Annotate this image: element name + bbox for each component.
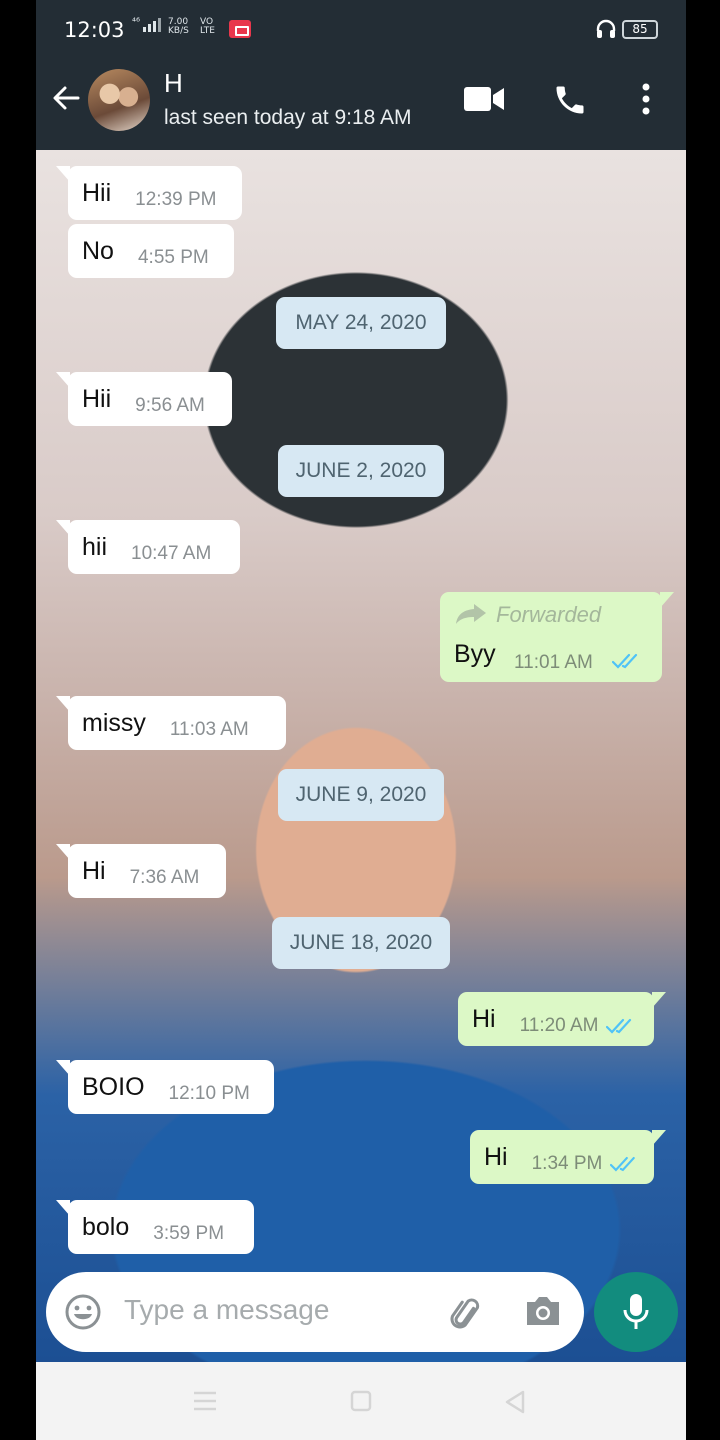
bubble-tail [56, 1200, 70, 1216]
mic-button[interactable] [594, 1272, 678, 1352]
message-incoming[interactable]: BOIO 12:10 PM [56, 1060, 274, 1114]
double-tick-icon [606, 1018, 632, 1034]
bubble-tail [56, 696, 70, 712]
message-text: BOIO [82, 1072, 145, 1101]
message-outgoing-forwarded[interactable]: Forwarded Byy 11:01 AM [440, 592, 674, 682]
mic-icon [623, 1294, 649, 1329]
forwarded-label: Forwarded [496, 602, 602, 627]
last-seen[interactable]: last seen today at 9:18 AM [164, 106, 412, 130]
avatar[interactable] [88, 69, 150, 131]
double-tick-icon [612, 653, 638, 669]
video-call-icon[interactable] [464, 86, 504, 112]
screen: 12:03 ⁴⁶ 7.00 KB/S VO LTE 85 H last seen… [36, 0, 686, 1440]
home-nav-icon[interactable] [350, 1390, 372, 1412]
date-divider: JUNE 18, 2020 [272, 917, 450, 969]
bubble-tail [652, 1130, 666, 1146]
message-input[interactable]: Type a message [124, 1294, 329, 1326]
more-vert-icon[interactable] [640, 82, 652, 116]
message-time: 12:10 PM [168, 1083, 250, 1104]
message-time: 11:03 AM [169, 719, 249, 740]
camera-icon[interactable] [524, 1294, 562, 1328]
message-composer[interactable]: Type a message [46, 1272, 584, 1352]
message-text: Byy [454, 640, 496, 668]
chat-area[interactable]: Hii 12:39 PM No 4:55 PM MAY 24, 2020 Hii… [36, 150, 686, 1362]
double-tick-icon [610, 1156, 636, 1172]
message-text: Hi [82, 856, 106, 885]
bubble-tail [652, 992, 666, 1008]
bubble-tail [56, 372, 70, 388]
volte-bottom: LTE [200, 26, 215, 36]
message-text: Hi [472, 1004, 496, 1033]
message-time: 11:20 AM [519, 1015, 599, 1036]
message-outgoing[interactable]: Hi 11:20 AM [458, 992, 666, 1046]
message-incoming[interactable]: hii 10:47 AM [56, 520, 240, 574]
bubble-tail [56, 1060, 70, 1076]
headset-icon [596, 19, 616, 38]
forward-icon [456, 604, 486, 624]
back-arrow-icon[interactable] [50, 82, 82, 114]
back-nav-icon[interactable] [504, 1390, 526, 1414]
message-time: 1:34 PM [531, 1153, 603, 1174]
message-text: hii [82, 532, 108, 561]
record-icon [229, 20, 251, 38]
message-time: 11:01 AM [514, 652, 593, 673]
emoji-icon[interactable] [64, 1293, 102, 1331]
message-time: 7:36 AM [129, 867, 200, 888]
message-incoming[interactable]: missy 11:03 AM [56, 696, 286, 750]
status-bar: 12:03 ⁴⁶ 7.00 KB/S VO LTE 85 [36, 0, 686, 48]
message-outgoing[interactable]: Hi 1:34 PM [470, 1130, 666, 1184]
chat-header: H last seen today at 9:18 AM [36, 48, 686, 150]
message-time: 4:55 PM [137, 247, 209, 268]
message-text: Hii [82, 384, 112, 413]
message-text: Hi [484, 1142, 508, 1171]
network-indicator: ⁴⁶ [132, 17, 162, 32]
signal-icon [143, 18, 162, 32]
date-divider: MAY 24, 2020 [276, 297, 446, 349]
message-incoming[interactable]: Hii 9:56 AM [56, 372, 232, 426]
bubble-tail [56, 166, 70, 182]
message-text: Hii [82, 178, 112, 207]
message-text: No [82, 236, 114, 265]
network-type: ⁴⁶ [132, 17, 141, 28]
message-incoming[interactable]: bolo 3:59 PM [56, 1200, 254, 1254]
attach-icon[interactable] [444, 1292, 484, 1332]
message-text: missy [82, 708, 146, 737]
message-incoming[interactable]: Hii 12:39 PM [56, 166, 242, 220]
speed-unit: KB/S [168, 26, 189, 36]
message-time: 3:59 PM [153, 1223, 225, 1244]
message-text: bolo [82, 1212, 130, 1241]
system-nav-bar [36, 1362, 686, 1440]
bubble-tail [660, 592, 674, 608]
menu-nav-icon[interactable] [192, 1390, 218, 1412]
volte-indicator: VO LTE [200, 18, 215, 36]
message-time: 12:39 PM [135, 189, 217, 210]
bubble-tail [56, 844, 70, 860]
message-incoming[interactable]: No 4:55 PM [68, 224, 234, 278]
status-time: 12:03 [64, 18, 125, 42]
battery-indicator: 85 [622, 20, 658, 39]
date-divider: JUNE 9, 2020 [278, 769, 444, 821]
network-speed: 7.00 KB/S [168, 18, 189, 36]
message-time: 10:47 AM [131, 543, 212, 564]
date-divider: JUNE 2, 2020 [278, 445, 444, 497]
phone-icon[interactable] [552, 82, 588, 118]
message-incoming[interactable]: Hi 7:36 AM [56, 844, 226, 898]
bubble-tail [56, 520, 70, 536]
contact-name[interactable]: H [164, 68, 183, 99]
message-time: 9:56 AM [135, 395, 205, 416]
